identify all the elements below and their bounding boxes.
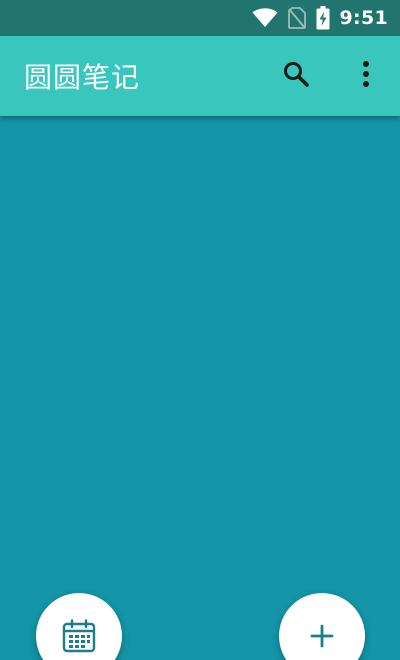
add-icon (309, 623, 335, 649)
calendar-icon (62, 619, 96, 653)
search-icon (282, 60, 310, 92)
battery-charging-icon (316, 6, 330, 30)
status-time: 9:51 (339, 7, 388, 29)
no-sim-icon (287, 7, 306, 29)
notes-list-area[interactable] (0, 116, 400, 660)
app-screen: 9:51 圆圆笔记 (0, 0, 400, 660)
wifi-icon (252, 8, 278, 28)
more-options-button[interactable] (342, 52, 390, 100)
app-bar: 圆圆笔记 (0, 36, 400, 116)
search-button[interactable] (272, 52, 320, 100)
status-bar: 9:51 (0, 0, 400, 36)
more-vert-icon (362, 60, 370, 92)
app-title: 圆圆笔记 (24, 61, 141, 94)
